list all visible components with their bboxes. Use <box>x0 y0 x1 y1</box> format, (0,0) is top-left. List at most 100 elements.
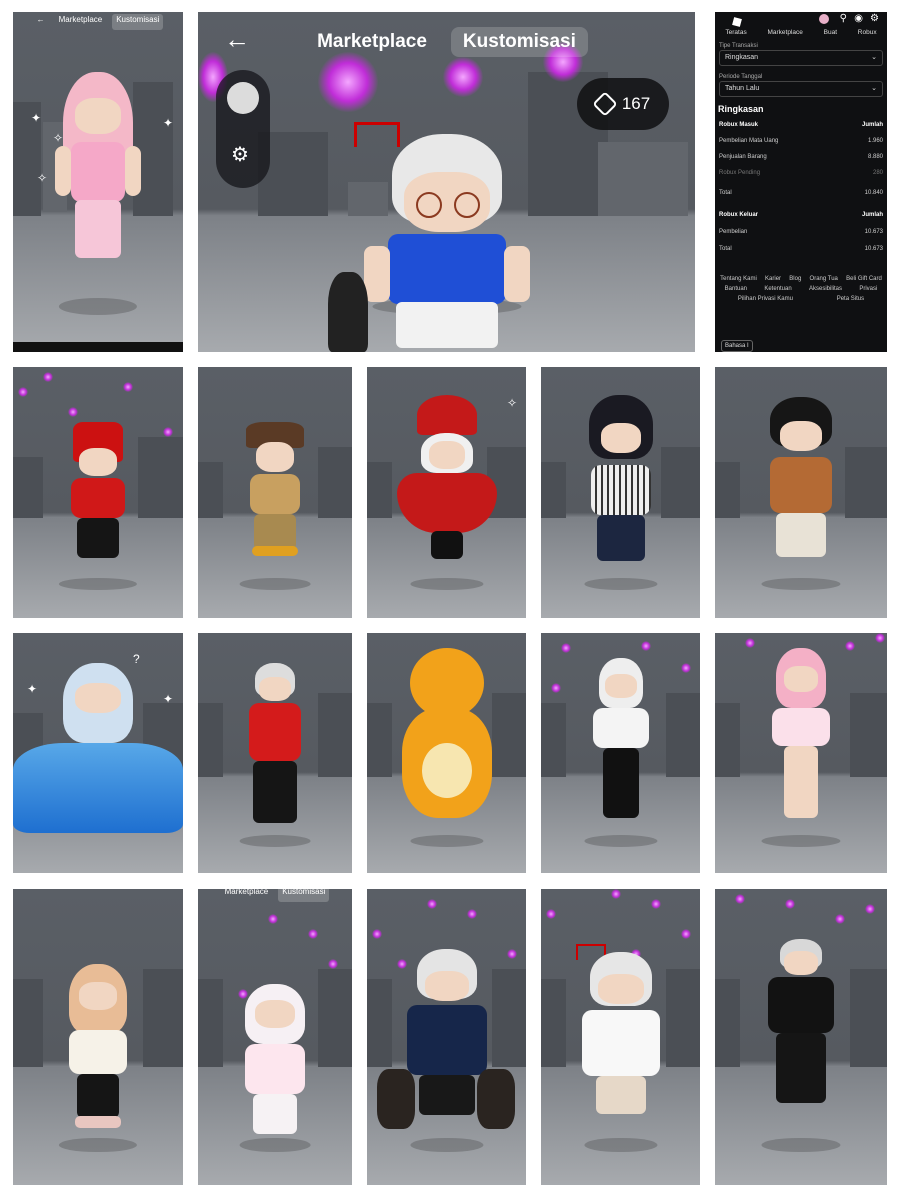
dog-figure <box>377 1069 415 1129</box>
avatar-settings-icon[interactable]: ⚙ <box>231 142 249 167</box>
outgoing-amount-header: Jumlah <box>861 212 883 218</box>
avatar-tile[interactable] <box>715 633 887 873</box>
gear-icon[interactable]: ⚙ <box>870 13 879 24</box>
tab-marketplace[interactable]: Marketplace <box>221 889 273 902</box>
mini-tab-bar: Marketplace Kustomisasi <box>198 889 352 902</box>
footer-link[interactable]: Privasi <box>859 286 877 292</box>
avatar-figure <box>575 944 666 1144</box>
avatar-figure <box>766 939 836 1119</box>
type-value: Ringkasan <box>725 54 759 61</box>
avatar-figure <box>240 422 310 562</box>
avatar-figure <box>63 422 133 572</box>
footer-link[interactable]: Orang Tua <box>810 276 838 282</box>
nav-buat[interactable]: Buat <box>824 29 837 36</box>
tab-marketplace[interactable]: Marketplace <box>305 27 439 57</box>
avatar-figure <box>63 964 133 1144</box>
avatar-tile[interactable] <box>198 367 352 618</box>
footer-link[interactable]: Aksesibilitas <box>809 286 842 292</box>
avatar-figure <box>235 984 315 1144</box>
avatar-tile[interactable] <box>367 889 526 1185</box>
outgoing-header-row: Robux Keluar Jumlah <box>719 212 883 218</box>
nav-teratas[interactable]: Teratas <box>725 29 746 36</box>
period-label: Periode Tanggal <box>719 74 763 80</box>
table-row: Pembelian Mata Uang 1.960 <box>719 138 883 144</box>
avatar-figure <box>766 648 836 828</box>
chevron-down-icon: ⌄ <box>871 54 877 61</box>
footer-link[interactable]: Beli Gift Card <box>846 276 882 282</box>
type-select[interactable]: Ringkasan ⌄ <box>719 50 883 66</box>
footer-link[interactable]: Ketentuan <box>764 286 791 292</box>
back-icon[interactable]: ← <box>33 14 49 30</box>
type-label: Tipe Transaksi <box>719 43 758 49</box>
search-icon[interactable]: ⚲ <box>840 13 847 24</box>
footer-link[interactable]: Bantuan <box>725 286 747 292</box>
nav-marketplace[interactable]: Marketplace <box>767 29 802 36</box>
avatar-figure <box>53 72 143 272</box>
avatar-tile-1[interactable]: ← Marketplace Kustomisasi ✦ ✧ ✦ ✧ <box>13 12 183 352</box>
table-row: Robux Pending 280 <box>719 170 883 176</box>
tab-kustomisasi[interactable]: Kustomisasi <box>278 889 330 902</box>
tab-marketplace[interactable]: Marketplace <box>55 14 107 30</box>
avatar-figure <box>591 658 651 828</box>
table-row: Pembelian 10.673 <box>719 229 883 235</box>
row-value: 10.673 <box>864 229 883 235</box>
avatar-tile[interactable] <box>198 633 352 873</box>
row-value: 280 <box>872 170 883 176</box>
footer-link[interactable]: Blog <box>789 276 801 282</box>
avatar-tile[interactable] <box>715 889 887 1185</box>
avatar-tile[interactable] <box>13 889 183 1185</box>
top-tab-bar: Marketplace Kustomisasi <box>198 12 695 72</box>
robux-icon[interactable]: ◉ <box>854 13 863 24</box>
side-tool-pill: ⚙ <box>216 70 270 188</box>
outgoing-header: Robux Keluar <box>719 212 759 218</box>
summary-title: Ringkasan <box>718 104 764 114</box>
footer-link[interactable]: Tentang Kami <box>720 276 757 282</box>
avatar-figure <box>353 122 532 352</box>
avatar-tile[interactable] <box>13 367 183 618</box>
avatar-tile[interactable]: ✦ ✦ ? <box>13 633 183 873</box>
avatar-icon[interactable] <box>819 14 829 24</box>
period-select[interactable]: Tahun Lalu ⌄ <box>719 81 883 97</box>
incoming-header-row: Robux Masuk Jumlah <box>719 122 883 128</box>
robux-balance[interactable]: 167 <box>577 78 669 130</box>
row-label: Total <box>719 246 732 252</box>
avatar-tile[interactable] <box>541 367 700 618</box>
row-value: 10.840 <box>864 190 883 196</box>
avatar-figure <box>581 395 661 570</box>
crown-icon <box>353 122 400 147</box>
avatar-tile[interactable] <box>367 633 526 873</box>
sparkle-icon: ✧ <box>507 396 518 410</box>
table-row: Total 10.673 <box>719 246 883 252</box>
footer-link[interactable]: Karier <box>765 276 781 282</box>
incoming-header: Robux Masuk <box>719 122 759 128</box>
tab-kustomisasi[interactable]: Kustomisasi <box>112 14 164 30</box>
footer-link[interactable]: Peta Situs <box>837 296 864 302</box>
sparkle-icon: ✦ <box>31 111 42 125</box>
avatar-figure <box>13 663 183 863</box>
footer-link[interactable]: Pilihan Privasi Kamu <box>738 296 793 302</box>
incoming-amount-header: Jumlah <box>861 122 883 128</box>
robux-icon <box>592 91 618 117</box>
back-arrow-icon[interactable]: ← <box>224 26 250 52</box>
avatar-tile[interactable] <box>715 367 887 618</box>
row-value: 8.880 <box>867 154 883 160</box>
roblox-logo-icon[interactable] <box>732 17 742 27</box>
sparkle-icon: ✧ <box>37 171 48 185</box>
sparkle-icon: ✦ <box>163 116 174 130</box>
avatar-tile-main[interactable]: Marketplace Kustomisasi ← ⚙ 167 <box>198 12 695 352</box>
row-label: Total <box>719 190 732 196</box>
row-label: Penjualan Barang <box>719 154 767 160</box>
avatar-figure <box>756 397 846 567</box>
avatar-tile[interactable] <box>541 889 700 1185</box>
tab-kustomisasi[interactable]: Kustomisasi <box>450 27 588 57</box>
row-value: 1.960 <box>867 138 883 144</box>
period-value: Tahun Lalu <box>725 85 760 92</box>
avatar-thumbnail[interactable] <box>227 82 259 114</box>
row-label: Robux Pending <box>719 170 761 176</box>
language-button[interactable]: Bahasa I <box>721 340 753 352</box>
avatar-tile[interactable]: ✧ <box>367 367 526 618</box>
avatar-tile[interactable] <box>541 633 700 873</box>
chevron-down-icon: ⌄ <box>871 85 877 92</box>
avatar-tile[interactable]: Marketplace Kustomisasi <box>198 889 352 1185</box>
nav-robux[interactable]: Robux <box>858 29 877 36</box>
